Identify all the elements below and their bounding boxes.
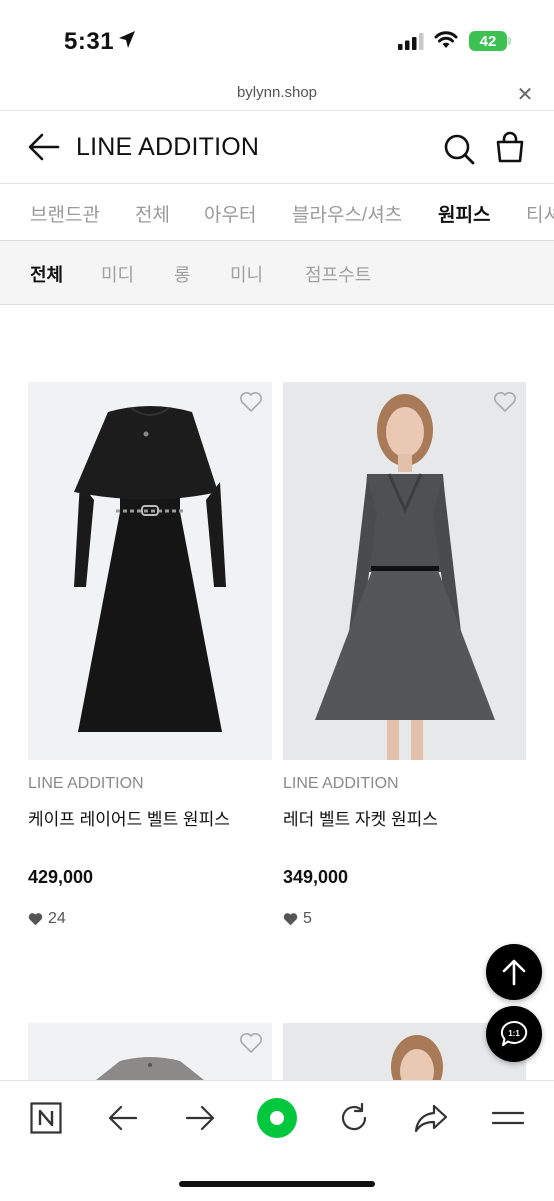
- naver-n-icon[interactable]: [30, 1102, 62, 1134]
- chat-button[interactable]: 1:1: [486, 1006, 542, 1062]
- browser-forward-icon[interactable]: [185, 1104, 215, 1132]
- product-brand: LINE ADDITION: [283, 775, 399, 792]
- likes-count: 24: [48, 910, 66, 927]
- heart-outline-icon[interactable]: [239, 1032, 263, 1054]
- product-price: 349,000: [283, 867, 349, 887]
- subtab-mini[interactable]: 미니: [230, 261, 263, 287]
- product-brand: LINE ADDITION: [28, 775, 144, 792]
- tab-blouse-shirts[interactable]: 블라우스/셔츠: [292, 200, 402, 227]
- product-likes: 5: [283, 910, 312, 928]
- green-dot-icon[interactable]: [256, 1097, 298, 1139]
- back-arrow-icon[interactable]: [28, 132, 60, 162]
- heart-outline-icon[interactable]: [239, 391, 263, 413]
- divider: [0, 110, 554, 111]
- menu-icon[interactable]: [492, 1107, 524, 1129]
- product-name[interactable]: 케이프 레이어드 벨트 원피스: [28, 805, 230, 830]
- dress-illustration: [74, 406, 226, 732]
- tab-all[interactable]: 전체: [135, 200, 170, 227]
- scroll-top-button[interactable]: [486, 944, 542, 1000]
- product-name[interactable]: 레더 벨트 자켓 원피스: [283, 805, 438, 830]
- model-illustration: [315, 394, 495, 760]
- subcategory-bar: 전체 미디 롱 미니 점프수트: [0, 241, 554, 305]
- likes-count: 5: [303, 910, 312, 927]
- search-icon[interactable]: [443, 133, 475, 165]
- tab-dress[interactable]: 원피스: [438, 200, 490, 227]
- battery-indicator: 42: [469, 31, 507, 51]
- browser-back-icon[interactable]: [108, 1104, 138, 1132]
- wifi-icon: [434, 31, 458, 48]
- heart-filled-icon: [28, 913, 43, 926]
- close-icon[interactable]: ✕: [514, 82, 536, 107]
- heart-outline-icon[interactable]: [493, 391, 517, 413]
- status-time: 5:31: [64, 28, 115, 55]
- product-image[interactable]: [283, 382, 526, 760]
- subtab-long[interactable]: 롱: [174, 261, 191, 287]
- dress-illustration: [96, 1057, 204, 1080]
- page-title: LINE ADDITION: [76, 133, 260, 161]
- tab-outer[interactable]: 아우터: [204, 200, 256, 227]
- category-tabs: 브랜드관 전체 아우터 블라우스/셔츠 원피스 티셔: [0, 184, 554, 240]
- refresh-icon[interactable]: [338, 1102, 370, 1134]
- arrow-up-icon: [502, 959, 526, 986]
- heart-filled-icon: [283, 913, 298, 926]
- chat-label: 1:1: [508, 1029, 520, 1038]
- url-label[interactable]: bylynn.shop: [0, 84, 554, 101]
- product-image[interactable]: [28, 1023, 272, 1080]
- shopping-bag-icon[interactable]: [495, 131, 525, 163]
- subtab-midi[interactable]: 미디: [101, 261, 134, 287]
- product-image[interactable]: [28, 382, 272, 760]
- subtab-all[interactable]: 전체: [30, 261, 63, 287]
- home-indicator: [179, 1181, 375, 1187]
- share-icon[interactable]: [414, 1103, 448, 1133]
- chat-icon: 1:1: [500, 1020, 528, 1046]
- product-likes: 24: [28, 910, 66, 928]
- location-arrow-icon: [119, 31, 135, 48]
- signal-icon: [398, 33, 424, 50]
- subtab-jumpsuit[interactable]: 점프수트: [305, 261, 371, 287]
- status-bar: 5:31 42: [0, 0, 554, 80]
- battery-tip: [508, 37, 511, 45]
- product-price: 429,000: [28, 867, 94, 887]
- tab-tshirt[interactable]: 티셔: [526, 200, 554, 227]
- tab-brand-hall[interactable]: 브랜드관: [30, 200, 100, 227]
